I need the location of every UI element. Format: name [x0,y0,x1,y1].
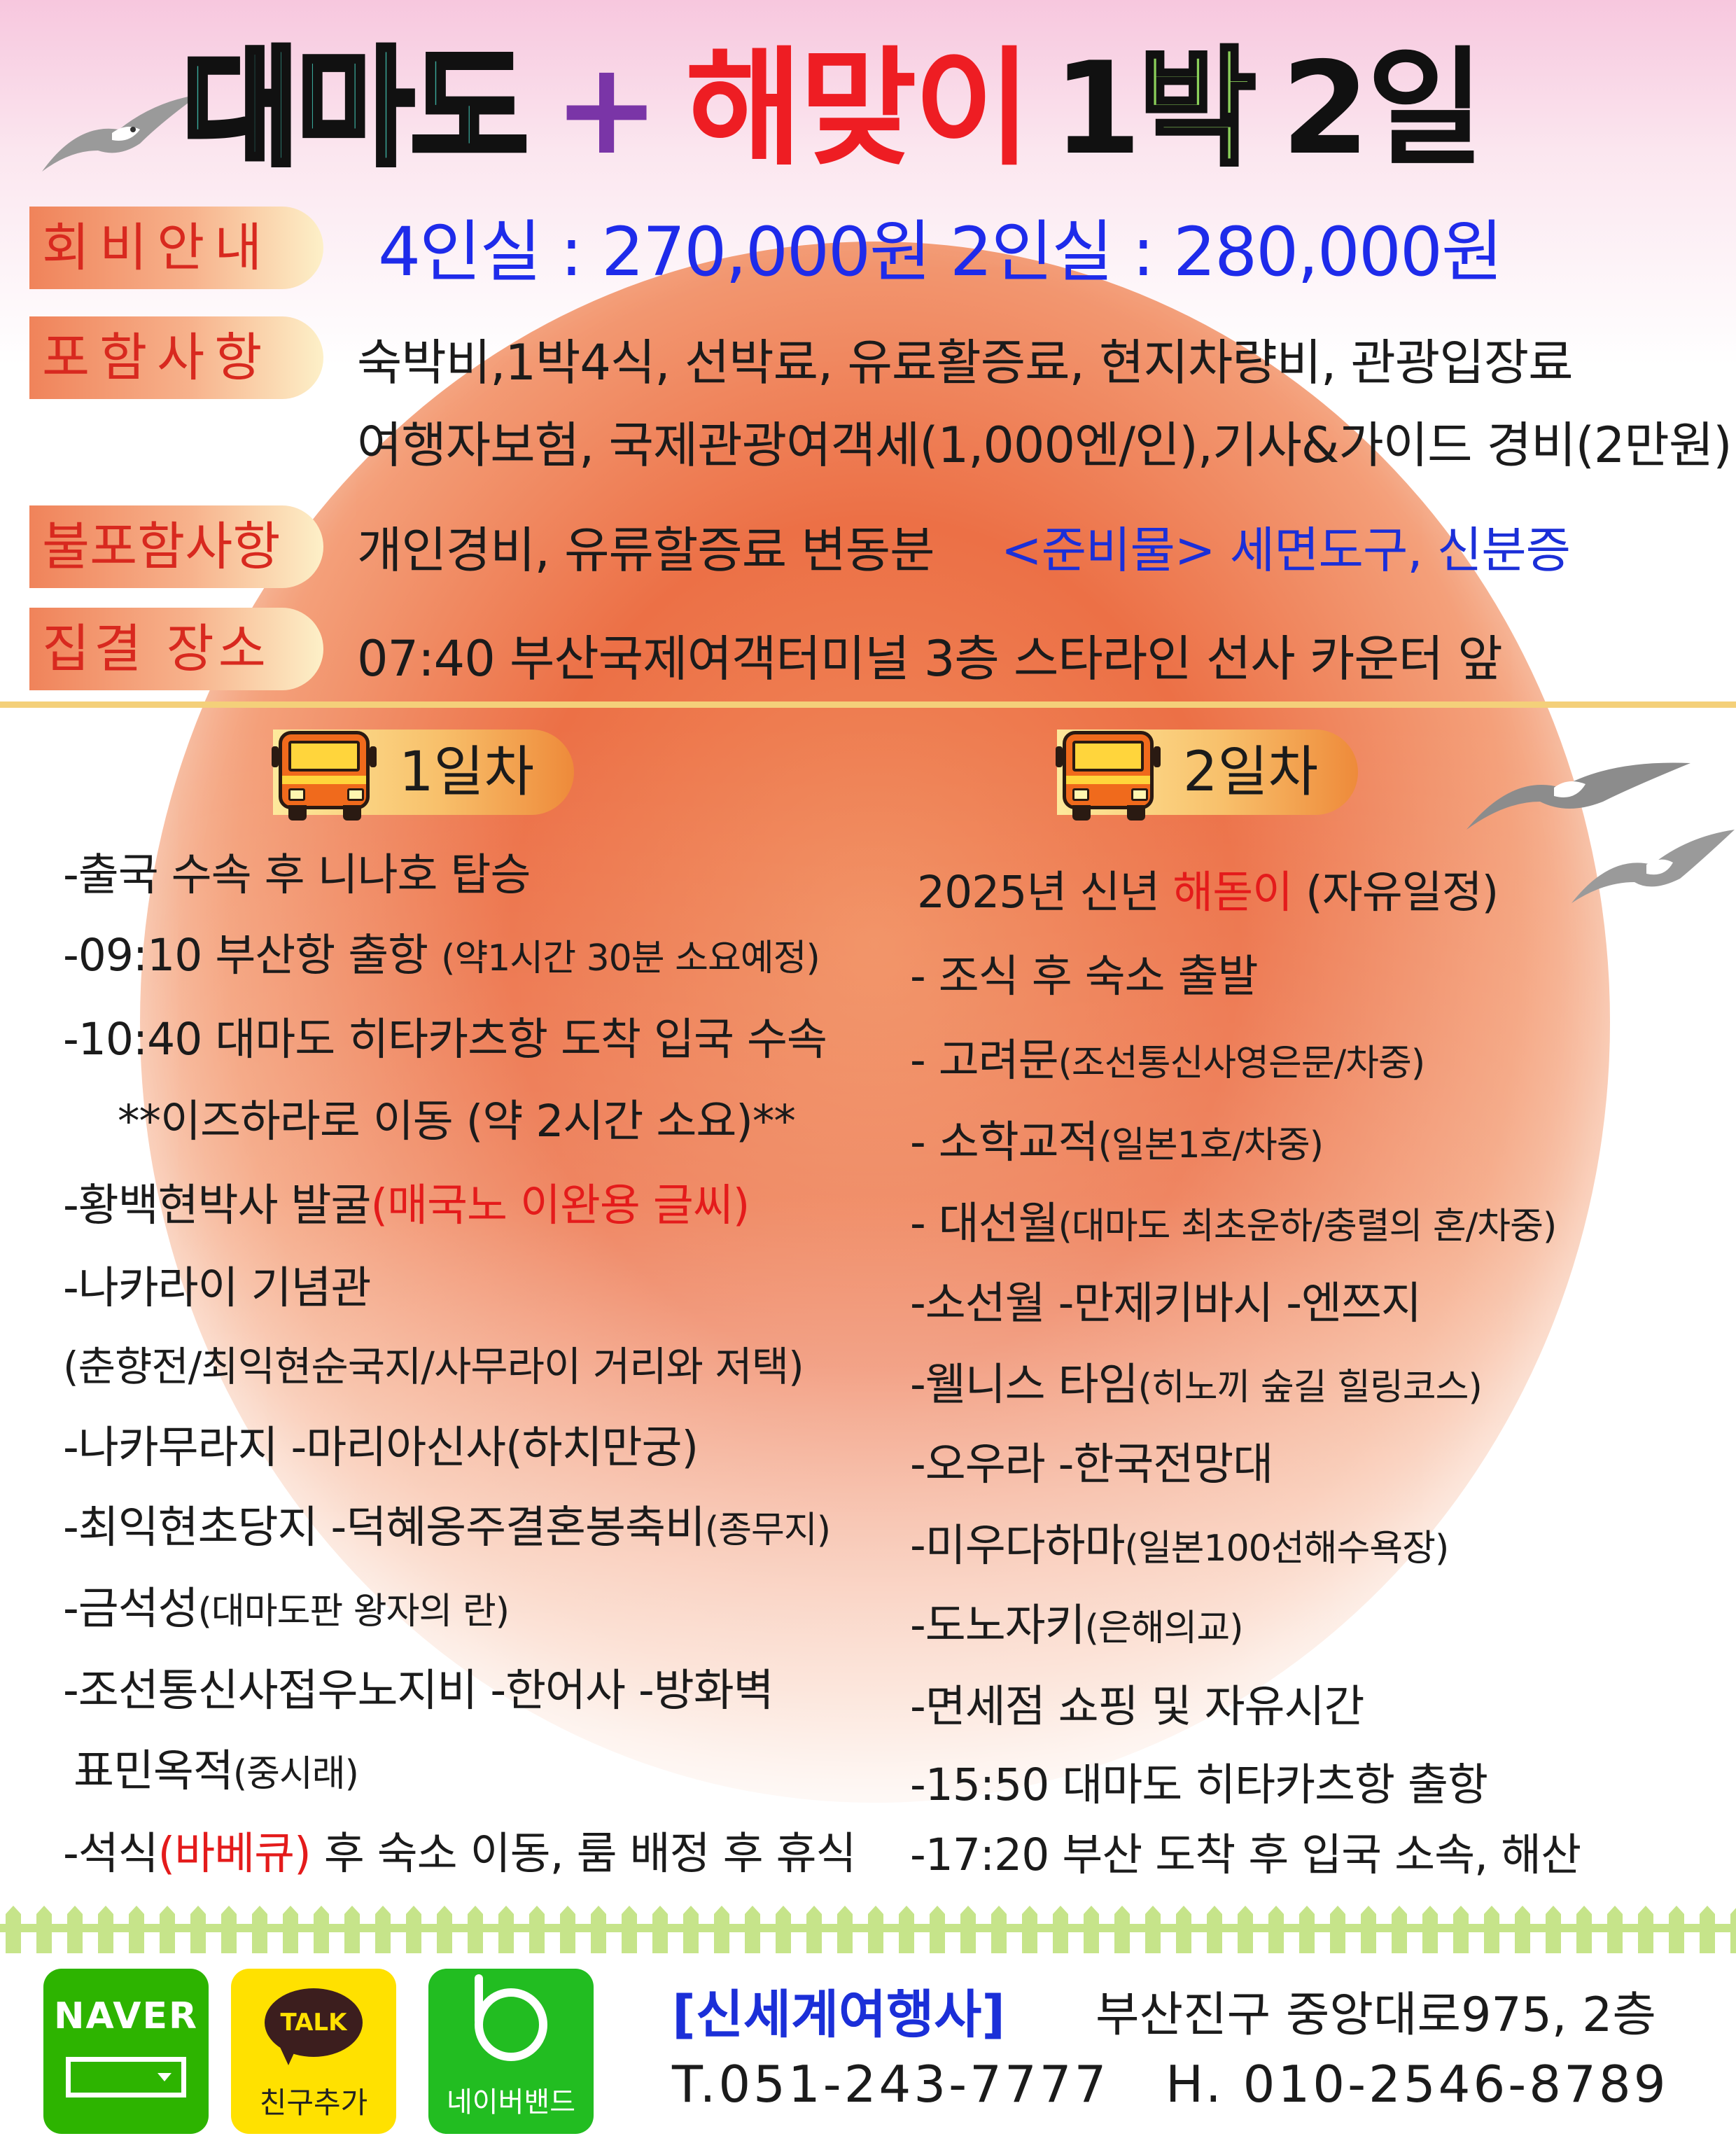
day1-item: -금석성(대마도판 왕자의 란) [63,1583,510,1634]
meet-text: 07:40 부산국제여객터미널 3층 스타라인 선사 카운터 앞 [357,630,1503,687]
horizon-divider [0,701,1736,708]
day2-item: -웰니스 타임(히노끼 숲길 힐링코스) [910,1359,1483,1410]
bus-icon [272,727,378,821]
day2-item: - 조식 후 숙소 출발 [910,951,1259,1002]
day1-item: -나카무라지 -마리아신사(하치만궁) [63,1422,699,1473]
title-destination: 대마도 [179,34,531,183]
title-days: 2일 [1281,34,1484,183]
mobile-number[interactable]: H. 010-2546-8789 [1166,2055,1669,2114]
day2-item: -15:50 대마도 히타카츠항 출항 [910,1759,1488,1810]
day1-item: -황백현박사 발굴(매국노 이완용 글씨) [63,1180,750,1231]
company-address: 부산진구 중앙대로975, 2층 [1096,1988,1656,2043]
day1-item: (춘향전/최익현순국지/사무라이 거리와 저택) [63,1343,804,1390]
include-line2: 여행자보험, 국제관광여객세(1,000엔/인),기사&가이드 경비(2만원) [357,417,1732,474]
fee-label: 회비안내 [29,207,323,289]
day1-label: 1일차 [399,741,535,804]
day2-item: - 고려문(조선통신사영은문/차중) [910,1035,1425,1086]
include-line1: 숙박비,1박4식, 선박료, 유료활증료, 현지차량비, 관광입장료 [357,334,1574,391]
meet-label: 집결 장소 [29,608,323,690]
day2-item: -도노자키(은해의교) [910,1600,1244,1651]
company-name: [신세계여행사] [672,1985,1006,2045]
include-label: 포함사항 [29,316,323,399]
day1-item: -석식(바베큐) 후 숙소 이동, 룸 배정 후 휴식 [63,1828,856,1879]
kakao-label: 친구추가 [259,2086,368,2120]
seagull-icon [42,95,200,172]
day1-header: 1일차 [272,730,574,821]
day2-item: -오우라 -한국전망대 [910,1439,1273,1490]
fence-decoration [0,1904,1736,1953]
page-title: 대마도 + 해맞이 1박 2일 [179,34,1484,183]
naver-button[interactable]: NAVER [43,1969,209,2134]
day2-item: -미우다하마(일본100선해수욕장) [910,1520,1449,1571]
fee-text: 4인실 : 270,000원 2인실 : 280,000원 [378,213,1503,291]
day1-item: 표민옥적(중시래) [74,1745,359,1796]
title-event: 해맞이 [685,34,1031,183]
day2-item: - 소학교적(일본1호/차중) [910,1117,1324,1168]
kakao-add-friend-button[interactable]: TALK 친구추가 [231,1969,396,2134]
prepare-text: <준비물> 세면도구, 신분증 [1001,522,1571,579]
title-bak: 박 [1137,34,1258,183]
day1-item: -나카라이 기념관 [63,1262,371,1313]
naver-band-button[interactable]: 네이버밴드 [428,1969,594,2134]
title-plus: + [553,34,659,183]
day2-label: 2일차 [1183,741,1319,804]
day2-item: - 대선월(대마도 최초운하/충렬의 혼/차중) [910,1198,1557,1249]
seagull-icon [1572,830,1735,903]
day2-item: -면세점 쇼핑 및 자유시간 [910,1681,1364,1732]
day2-item: 2025년 신년 해돋이 (자유일정) [917,867,1499,918]
day1-item: -최익현초당지 -덕혜옹주결혼봉축비(종무지) [63,1502,831,1553]
day2-item: -소선월 -만제키바시 -엔쯔지 [910,1278,1422,1329]
band-label: 네이버밴드 [447,2086,575,2118]
exclude-label: 불포함사항 [29,505,323,588]
naver-logo-text: NAVER [53,1995,199,2037]
talk-bubble-icon: TALK [265,1988,363,2057]
day1-item: -10:40 대마도 히타카츠항 도착 입국 수속 [63,1014,827,1065]
day2-item: -17:20 부산 도착 후 입국 소속, 해산 [910,1829,1581,1880]
tel-number[interactable]: T.051-243-7777 [672,2055,1109,2114]
day1-item: -09:10 부산항 출항 (약1시간 30분 소요예정) [63,930,820,981]
day1-item: -출국 수속 후 니나호 탑승 [63,849,531,900]
day2-header: 2일차 [1056,730,1358,821]
day1-item: -조선통신사접우노지비 -한어사 -방화벽 [63,1665,774,1716]
exclude-text: 개인경비, 유류할증료 변동분 [357,522,935,579]
title-nights-num: 1 [1053,34,1142,183]
day1-item: **이즈하라로 이동 (약 2시간 소요)** [118,1096,796,1147]
bus-icon [1056,727,1162,821]
search-bar-icon [66,2057,186,2097]
